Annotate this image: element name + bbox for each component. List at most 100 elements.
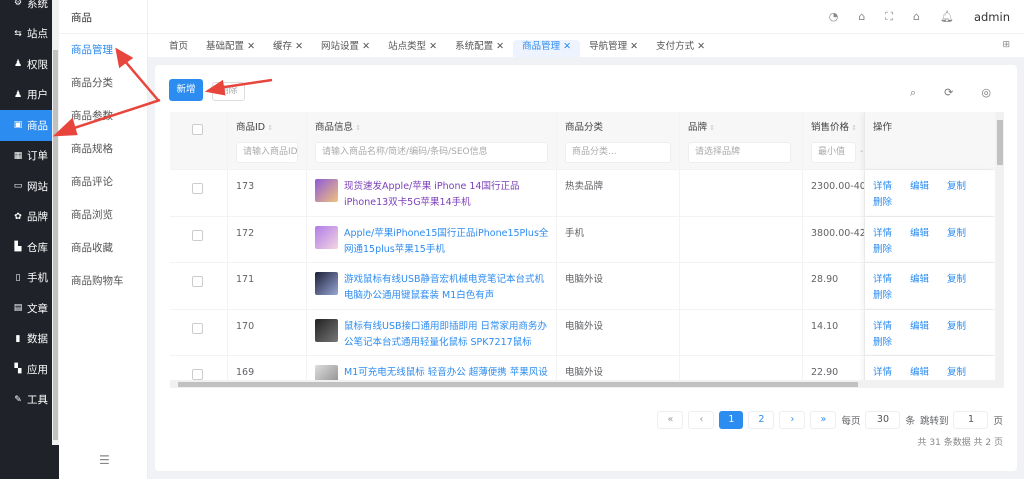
op-0-link[interactable]: 详情	[873, 272, 910, 288]
bell-icon[interactable]: 🔔︎	[940, 10, 954, 23]
sidebar-item-10[interactable]: ▤ 文章	[0, 293, 52, 324]
close-icon[interactable]: ✕	[697, 41, 705, 52]
tab-8[interactable]: 支付方式 ✕	[647, 40, 714, 57]
op-1-link[interactable]: 编辑	[910, 179, 947, 195]
product-thumbnail[interactable]	[315, 272, 338, 295]
submenu-item-0[interactable]: 商品管理	[59, 34, 147, 67]
sidebar-item-1[interactable]: ⇆ 站点	[0, 19, 52, 50]
op-0-link[interactable]: 详情	[873, 226, 910, 242]
close-icon[interactable]: ✕	[247, 41, 255, 52]
fullscreen-icon[interactable]: ⛶	[885, 10, 893, 24]
op-3-link[interactable]: 删除	[873, 242, 910, 258]
tab-2[interactable]: 缓存 ✕	[264, 40, 312, 57]
product-thumbnail[interactable]	[315, 225, 338, 249]
collapse-menu-icon[interactable]: ☰	[99, 453, 110, 467]
next-page-button[interactable]: ›	[779, 411, 806, 429]
op-1-link[interactable]: 编辑	[910, 272, 947, 288]
close-icon[interactable]: ✕	[563, 41, 571, 52]
tab-4[interactable]: 站点类型 ✕	[379, 40, 446, 57]
submenu-item-7[interactable]: 商品购物车	[59, 265, 147, 298]
submenu-item-5[interactable]: 商品浏览	[59, 199, 147, 232]
sidebar-item-2[interactable]: ♟ 权限	[0, 49, 52, 80]
filter-info-input[interactable]: 请输入商品名称/简述/编码/条码/SEO信息	[315, 142, 548, 163]
product-title-link[interactable]: 现货速发Apple/苹果 iPhone 14国行正品iPhone13双卡5G苹果…	[344, 179, 549, 211]
op-2-link[interactable]: 复制	[947, 319, 984, 335]
op-0-link[interactable]: 详情	[873, 365, 910, 381]
op-2-link[interactable]: 复制	[947, 365, 984, 381]
sidebar-item-13[interactable]: ✎ 工具	[0, 385, 52, 416]
op-3-link[interactable]: 删除	[873, 335, 910, 351]
sidebar-item-9[interactable]: ▯ 手机	[0, 263, 52, 294]
sidebar-scrollbar[interactable]	[52, 0, 59, 445]
column-price[interactable]: 销售价格	[811, 122, 849, 133]
op-0-link[interactable]: 详情	[873, 179, 910, 195]
sort-icon[interactable]: ⇕	[849, 124, 857, 132]
op-3-link[interactable]: 删除	[873, 288, 910, 304]
settings-icon[interactable]: ◎	[981, 86, 991, 100]
close-icon[interactable]: ✕	[429, 41, 437, 52]
first-page-button[interactable]: «	[657, 411, 684, 429]
tab-5[interactable]: 系统配置 ✕	[446, 40, 513, 57]
submenu-item-4[interactable]: 商品评论	[59, 166, 147, 199]
submenu-item-1[interactable]: 商品分类	[59, 67, 147, 100]
sort-icon[interactable]: ⇕	[353, 124, 361, 132]
close-icon[interactable]: ✕	[362, 41, 370, 52]
row-checkbox[interactable]	[192, 183, 203, 194]
close-icon[interactable]: ✕	[295, 41, 303, 52]
sidebar-item-7[interactable]: ✿ 品牌	[0, 202, 52, 233]
submenu-item-3[interactable]: 商品规格	[59, 133, 147, 166]
page-2-button[interactable]: 2	[748, 411, 775, 429]
op-1-link[interactable]: 编辑	[910, 319, 947, 335]
op-2-link[interactable]: 复制	[947, 272, 984, 288]
tab-1[interactable]: 基础配置 ✕	[197, 40, 264, 57]
op-0-link[interactable]: 详情	[873, 319, 910, 335]
refresh-icon[interactable]: ⟳	[944, 86, 953, 100]
submenu-item-6[interactable]: 商品收藏	[59, 232, 147, 265]
close-icon[interactable]: ✕	[496, 41, 504, 52]
op-1-link[interactable]: 编辑	[910, 365, 947, 381]
sidebar-item-6[interactable]: ▭ 网站	[0, 171, 52, 202]
add-button[interactable]: 新增	[169, 79, 203, 101]
filter-id-input[interactable]: 请输入商品ID	[236, 142, 298, 163]
product-title-link[interactable]: 鼠标有线USB接口通用即插即用 日常家用商务办公笔记本台式通用轻量化鼠标 SPK…	[344, 319, 549, 351]
tab-3[interactable]: 网站设置 ✕	[312, 40, 379, 57]
sort-icon[interactable]: ⇕	[707, 124, 715, 132]
row-checkbox[interactable]	[192, 322, 203, 334]
jump-page-input[interactable]: 1	[953, 411, 989, 429]
product-thumbnail[interactable]	[315, 179, 338, 202]
row-checkbox[interactable]	[192, 369, 203, 380]
last-page-button[interactable]: »	[810, 411, 837, 429]
prev-page-button[interactable]: ‹	[688, 411, 715, 429]
product-title-link[interactable]: Apple/苹果iPhone15国行正品iPhone15Plus全网通15plu…	[344, 226, 549, 258]
select-all-checkbox[interactable]	[192, 124, 203, 135]
tab-6[interactable]: 商品管理 ✕	[513, 40, 581, 57]
tabs-menu-icon[interactable]: ⊞	[1002, 40, 1010, 50]
tab-0[interactable]: 首页	[160, 40, 197, 57]
delete-button[interactable]: 删除	[212, 82, 245, 101]
submenu-item-2[interactable]: 商品参数	[59, 100, 147, 133]
per-page-input[interactable]: 30	[865, 411, 901, 429]
row-checkbox[interactable]	[192, 276, 203, 287]
sidebar-item-5[interactable]: ▦ 订单	[0, 141, 52, 172]
table-horizontal-scrollbar[interactable]	[170, 380, 996, 388]
close-icon[interactable]: ✕	[630, 41, 638, 52]
column-info[interactable]: 商品信息	[315, 122, 353, 133]
product-title-link[interactable]: 游戏鼠标有线USB静音宏机械电竞笔记本台式机电脑办公通用键鼠套装 M1白色有声	[344, 272, 549, 304]
search-icon[interactable]: ⌕	[910, 86, 916, 100]
op-3-link[interactable]: 删除	[873, 195, 910, 211]
sidebar-item-12[interactable]: ▚ 应用	[0, 354, 52, 385]
sidebar-item-0[interactable]: ⚙ 系统	[0, 0, 52, 19]
op-1-link[interactable]: 编辑	[910, 226, 947, 242]
filter-brand-select[interactable]: 请选择品牌	[688, 142, 791, 163]
sidebar-item-4[interactable]: ▣ 商品	[0, 110, 52, 141]
row-checkbox[interactable]	[192, 229, 203, 241]
clear-cache-icon[interactable]: ⌂	[858, 10, 865, 23]
sidebar-item-3[interactable]: ♟ 用户	[0, 80, 52, 111]
home-icon[interactable]: ⌂	[913, 10, 920, 23]
op-2-link[interactable]: 复制	[947, 179, 984, 195]
sidebar-item-8[interactable]: ▙ 仓库	[0, 232, 52, 263]
column-id[interactable]: 商品ID	[236, 122, 265, 133]
filter-price-min-input[interactable]: 最小值	[811, 142, 856, 163]
theme-palette-icon[interactable]: ◔	[829, 10, 839, 23]
product-thumbnail[interactable]	[315, 318, 338, 342]
